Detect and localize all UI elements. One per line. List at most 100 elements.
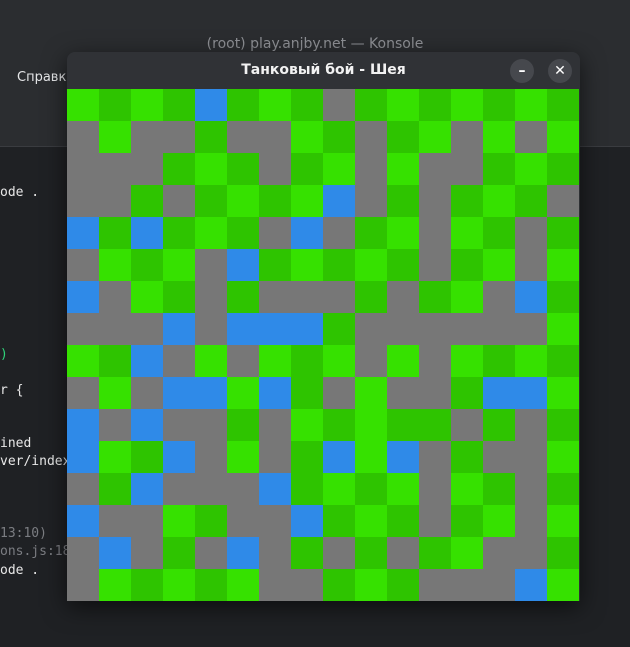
tile-grass-dark	[163, 217, 195, 249]
tile-wall	[515, 537, 547, 569]
tile-grass-dark	[483, 345, 515, 377]
tile-wall	[195, 537, 227, 569]
close-button[interactable]: ✕	[548, 59, 572, 83]
tile-grass-light	[483, 185, 515, 217]
tile-grass-light	[547, 121, 579, 153]
terminal-line: )	[0, 347, 8, 362]
tile-wall	[355, 313, 387, 345]
close-icon: ✕	[554, 63, 566, 79]
tile-water	[227, 313, 259, 345]
tile-grass-light	[195, 217, 227, 249]
tile-wall	[99, 153, 131, 185]
tile-wall	[67, 153, 99, 185]
tile-grass-light	[387, 153, 419, 185]
game-board[interactable]	[67, 89, 580, 601]
tile-grass-dark	[163, 537, 195, 569]
tile-wall	[419, 185, 451, 217]
tile-grass-dark	[291, 473, 323, 505]
tile-wall	[163, 185, 195, 217]
tile-grass-dark	[483, 153, 515, 185]
tile-wall	[227, 473, 259, 505]
tile-grass-light	[547, 441, 579, 473]
tile-grass-dark	[323, 121, 355, 153]
tile-wall	[419, 505, 451, 537]
tile-grass-dark	[259, 185, 291, 217]
tile-grass-light	[355, 505, 387, 537]
tile-grass-light	[323, 153, 355, 185]
tile-grass-light	[451, 537, 483, 569]
tile-grass-dark	[451, 377, 483, 409]
tile-wall	[483, 569, 515, 601]
tile-grass-dark	[547, 537, 579, 569]
tile-wall	[195, 473, 227, 505]
tile-wall	[259, 569, 291, 601]
tile-wall	[451, 121, 483, 153]
tile-wall	[387, 537, 419, 569]
tile-grass-dark	[355, 89, 387, 121]
tile-grass-light	[515, 345, 547, 377]
tile-grass-light	[259, 345, 291, 377]
tile-wall	[387, 313, 419, 345]
tile-wall	[67, 313, 99, 345]
tile-grass-dark	[323, 313, 355, 345]
terminal-line: 13:10)	[0, 526, 47, 541]
tile-wall	[195, 313, 227, 345]
tile-wall	[419, 217, 451, 249]
tile-wall	[419, 345, 451, 377]
tile-grass-dark	[419, 281, 451, 313]
tile-wall	[323, 377, 355, 409]
tile-wall	[259, 121, 291, 153]
tile-water	[131, 473, 163, 505]
tile-grass-dark	[547, 89, 579, 121]
tile-grass-light	[99, 249, 131, 281]
tile-grass-dark	[227, 281, 259, 313]
tile-grass-light	[451, 89, 483, 121]
tile-grass-light	[99, 377, 131, 409]
tile-grass-light	[355, 409, 387, 441]
tile-wall	[131, 377, 163, 409]
tile-wall	[355, 121, 387, 153]
tile-wall	[227, 121, 259, 153]
tile-water	[67, 217, 99, 249]
tile-grass-dark	[323, 249, 355, 281]
menu-item-help[interactable]: Справка	[17, 70, 74, 85]
minimize-button[interactable]: –	[510, 59, 534, 83]
tile-grass-light	[67, 89, 99, 121]
tile-grass-dark	[387, 249, 419, 281]
tile-grass-light	[67, 345, 99, 377]
tile-wall	[515, 249, 547, 281]
tile-grass-dark	[547, 345, 579, 377]
tile-wall	[515, 313, 547, 345]
tile-grass-light	[355, 377, 387, 409]
tile-water	[323, 441, 355, 473]
tile-wall	[163, 473, 195, 505]
tile-grass-light	[291, 185, 323, 217]
game-window-title: Танковый бой - Шея	[241, 62, 406, 78]
tile-wall	[67, 537, 99, 569]
tile-wall	[67, 473, 99, 505]
tile-water	[67, 505, 99, 537]
tile-wall	[483, 313, 515, 345]
tile-grass-light	[387, 345, 419, 377]
tile-grass-dark	[291, 537, 323, 569]
tile-grass-dark	[291, 345, 323, 377]
tile-grass-dark	[163, 281, 195, 313]
tile-grass-light	[131, 281, 163, 313]
tile-wall	[259, 441, 291, 473]
tile-water	[163, 313, 195, 345]
tile-water	[227, 537, 259, 569]
tile-grass-light	[227, 569, 259, 601]
tile-water	[515, 377, 547, 409]
tile-grass-dark	[355, 473, 387, 505]
game-titlebar[interactable]: Танковый бой - Шея – ✕	[67, 52, 580, 89]
tile-wall	[483, 537, 515, 569]
tile-wall	[131, 313, 163, 345]
tile-grass-light	[515, 153, 547, 185]
tile-grass-dark	[131, 185, 163, 217]
tile-wall	[323, 537, 355, 569]
tile-grass-light	[195, 345, 227, 377]
tile-grass-dark	[387, 185, 419, 217]
tile-wall	[67, 185, 99, 217]
tile-wall	[323, 281, 355, 313]
tile-grass-dark	[419, 89, 451, 121]
